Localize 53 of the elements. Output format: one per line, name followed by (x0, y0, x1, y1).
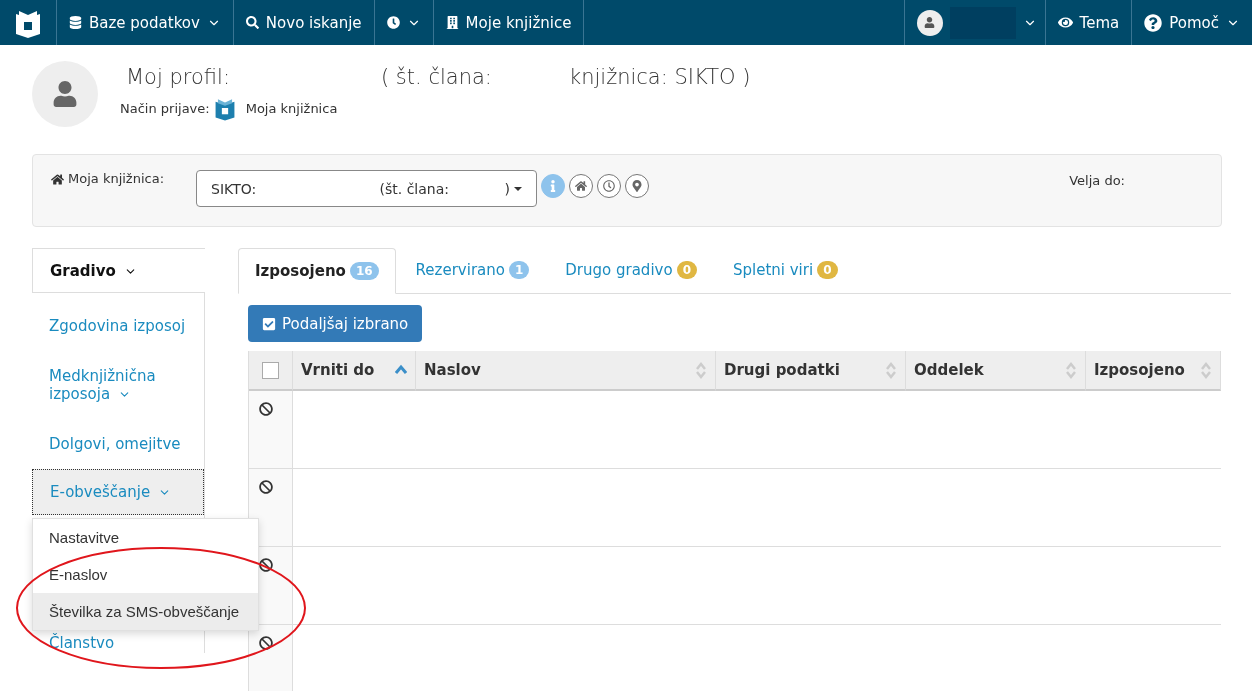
help-icon (1144, 13, 1163, 32)
column-header[interactable]: Oddelek (906, 351, 1086, 391)
column-header[interactable]: Vrniti do (293, 351, 416, 391)
menu-item[interactable]: Nastavitve (33, 519, 258, 556)
database-icon (69, 16, 82, 29)
blocked-icon (259, 636, 273, 650)
login-method-label: Način prijave: (120, 101, 210, 117)
tab[interactable]: Spletni viri 0 (717, 247, 854, 293)
blocked-icon (259, 402, 273, 416)
menu-item[interactable]: E-naslov (33, 556, 258, 593)
book-logo-icon[interactable] (213, 97, 236, 121)
login-method: Moja knjižnica (245, 101, 338, 117)
sidebar-item[interactable]: Zgodovina izposoj (32, 303, 204, 349)
library-label: Moja knjižnica: (68, 171, 165, 188)
nav-menu-item[interactable]: Tema (1044, 0, 1132, 45)
tab[interactable]: Izposojeno 16 (238, 248, 396, 294)
column-header[interactable]: Izposojeno (1086, 351, 1221, 391)
select-all-checkbox[interactable] (262, 361, 279, 379)
clock-icon (386, 16, 400, 29)
nav-menu-item[interactable]: Novo iskanje (233, 0, 375, 45)
column-header[interactable]: Naslov (416, 351, 716, 391)
location-button[interactable] (625, 174, 650, 198)
profile-title: Moj profil: (126, 65, 231, 89)
valid-until-label: Velja do: (1069, 173, 1125, 190)
checkbox-icon (262, 316, 276, 331)
nav-menu-item[interactable]: Moje knjižnice (433, 0, 585, 45)
search-icon (245, 16, 259, 29)
sidebar-item[interactable]: Dolgovi, omejitve (32, 421, 204, 467)
member-number-label: ( št. člana: (381, 65, 493, 89)
nav-menu-item[interactable]: Pomoč (1131, 0, 1252, 45)
renew-button[interactable]: Podaljšaj izbrano (248, 305, 423, 342)
count-badge: 16 (349, 262, 379, 280)
menu-item[interactable]: Številka za SMS-obveščanje (33, 593, 258, 630)
nav-menu-item[interactable]: Baze podatkov (57, 0, 234, 45)
map-pin-icon (631, 180, 644, 192)
clock-icon (603, 180, 616, 192)
tab[interactable]: Rezervirano 1 (399, 247, 546, 293)
sidebar-item[interactable]: Medknjižnična izposoja (32, 349, 204, 421)
library-select[interactable]: SIKTO: (št. člana: ) (196, 170, 538, 207)
count-badge: 0 (817, 261, 838, 279)
blocked-icon (259, 558, 273, 572)
count-badge: 0 (676, 261, 697, 279)
eye-icon (1057, 15, 1073, 30)
column-header[interactable]: Drugi podatki (716, 351, 906, 391)
building-icon (445, 16, 459, 29)
sidebar-item[interactable]: Gradivo (32, 248, 205, 293)
library-label: knjižnica: SIKTO ) (569, 65, 751, 89)
count-badge: 1 (508, 261, 530, 279)
avatar-icon (916, 9, 943, 36)
blocked-icon (259, 480, 273, 494)
clock-button[interactable] (597, 174, 622, 198)
home-button[interactable] (569, 174, 594, 198)
tab[interactable]: Drugo gradivo 0 (549, 247, 713, 293)
